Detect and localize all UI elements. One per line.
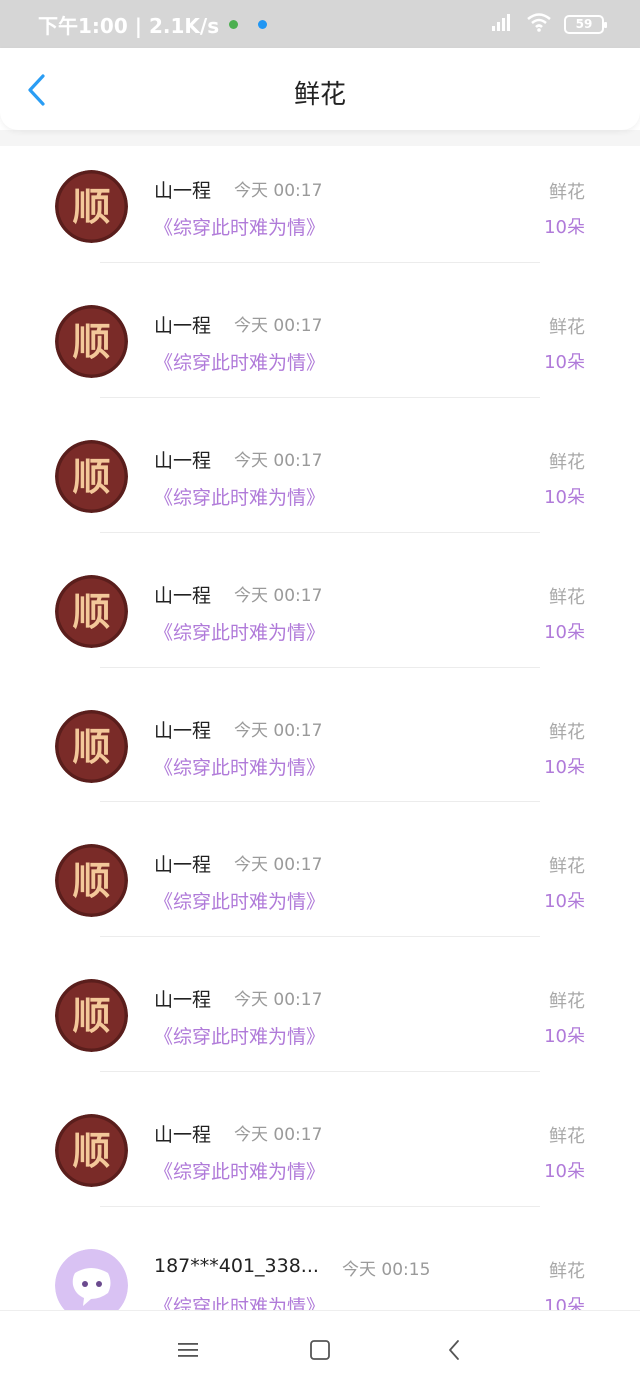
gift-type: 鲜花 [549,1126,585,1148]
user-name: 山一程 [154,180,212,202]
gift-record-list: 顺山一程 今天 00:17 《综穿此时难为情》 鲜花 10朵顺山一程 今天 00:17 《综… [0,146,640,1360]
book-title-link[interactable]: 《综穿此时难为情》 [154,753,325,780]
list-item[interactable]: 顺 山一程 今天 00:17 《综穿此时难为情》 鲜花 10朵 [0,281,640,416]
gift-type: 鲜花 [549,721,585,743]
list-item[interactable]: 顺 山一程 今天 00:17 《综穿此时难为情》 鲜花 10朵 [0,146,640,281]
book-title-link[interactable]: 《综穿此时难为情》 [154,213,325,240]
divider [100,261,540,263]
timestamp: 今天 00:17 [234,1125,323,1146]
list-item[interactable]: 顺 山一程 今天 00:17 《综穿此时难为情》 鲜花 10朵 [0,686,640,821]
gift-type: 鲜花 [549,182,585,203]
book-title-link[interactable]: 《综穿此时难为情》 [154,1022,325,1049]
menu-icon[interactable] [175,1337,201,1363]
system-nav-bar [0,1310,640,1387]
timestamp: 今天 00:17 [234,720,323,741]
gift-type: 鲜花 [549,1261,585,1283]
avatar[interactable]: 顺 [55,170,128,243]
header-spacer [0,130,640,146]
list-item[interactable]: 顺 山一程 今天 00:17 《综穿此时难为情》 鲜花 10朵 [0,955,640,1090]
book-title-link[interactable]: 《综穿此时难为情》 [154,887,325,914]
avatar[interactable]: 顺 [55,979,128,1053]
timestamp: 今天 00:17 [234,585,323,606]
page-title: 鲜花 [293,80,346,110]
gift-count: 10朵 [544,217,585,238]
divider [100,1206,540,1208]
user-name: 187***401_338... [154,1255,319,1278]
user-name: 山一程 [154,719,212,742]
timestamp: 今天 00:15 [342,1260,431,1281]
user-name: 山一程 [154,1124,212,1147]
user-name: 山一程 [154,989,212,1012]
notification-dot-blue [258,19,268,29]
gift-count: 10朵 [544,621,585,643]
app-header: 鲜花 [0,48,640,130]
timestamp: 今天 00:17 [234,855,323,876]
wifi-icon [526,12,552,36]
svg-text:顺: 顺 [72,725,110,769]
user-name: 山一程 [154,854,212,877]
list-item[interactable]: 顺 山一程 今天 00:17 《综穿此时难为情》 鲜花 10朵 [0,416,640,551]
gift-count: 10朵 [544,351,585,373]
gift-count: 10朵 [544,756,585,778]
signal-icon [490,12,514,36]
screen: 下午1:00 | 2.1K/s 59 鲜花 顺 山一程 今天 00:17 《综穿… [0,0,640,1387]
book-title-link[interactable]: 《综穿此时难为情》 [154,1157,325,1184]
avatar[interactable]: 顺 [55,439,128,513]
svg-text:顺: 顺 [72,994,110,1038]
divider [100,801,540,803]
svg-text:顺: 顺 [72,320,110,364]
svg-text:顺: 顺 [72,590,110,634]
divider [100,666,540,668]
status-icons: 59 [490,12,607,36]
user-name: 山一程 [154,584,212,607]
svg-text:顺: 顺 [72,859,110,903]
list-item[interactable]: 顺 山一程 今天 00:17 《综穿此时难为情》 鲜花 10朵 [0,1090,640,1225]
battery-icon: 59 [564,14,607,34]
avatar[interactable]: 顺 [55,1114,128,1188]
user-name: 山一程 [154,314,212,337]
back-icon[interactable] [441,1337,467,1363]
list-item[interactable]: 顺 山一程 今天 00:17 《综穿此时难为情》 鲜花 10朵 [0,820,640,955]
timestamp: 今天 00:17 [234,315,323,336]
gift-type: 鲜花 [549,451,585,473]
avatar[interactable]: 顺 [55,304,128,378]
avatar[interactable]: 顺 [55,574,128,648]
battery-level: 59 [575,17,593,31]
gift-count: 10朵 [544,891,585,913]
status-bar: 下午1:00 | 2.1K/s 59 [0,0,640,48]
gift-type: 鲜花 [549,316,585,338]
status-time: 下午1:00 | 2.1K/s [38,13,220,38]
list-item[interactable]: 顺 山一程 今天 00:17 《综穿此时难为情》 鲜花 10朵 [0,551,640,686]
gift-type: 鲜花 [549,991,585,1013]
timestamp: 今天 00:17 [234,181,323,201]
gift-count: 10朵 [544,1026,585,1048]
notification-dot-green [229,19,239,29]
book-title-link[interactable]: 《综穿此时难为情》 [154,483,325,510]
timestamp: 今天 00:17 [234,990,323,1011]
book-title-link[interactable]: 《综穿此时难为情》 [154,348,325,375]
user-name: 山一程 [154,449,212,472]
svg-text:顺: 顺 [72,185,110,229]
gift-type: 鲜花 [549,856,585,878]
divider [100,531,540,533]
avatar[interactable]: 顺 [55,709,128,783]
svg-text:顺: 顺 [72,455,110,499]
divider [100,1071,540,1073]
divider [100,396,540,398]
divider [100,936,540,938]
gift-count: 10朵 [544,486,585,508]
timestamp: 今天 00:17 [234,450,323,471]
gift-count: 10朵 [544,1161,585,1183]
book-title-link[interactable]: 《综穿此时难为情》 [154,618,325,645]
gift-type: 鲜花 [549,586,585,608]
avatar[interactable]: 顺 [55,844,128,918]
svg-text:顺: 顺 [72,1129,110,1173]
home-icon[interactable] [307,1337,333,1363]
